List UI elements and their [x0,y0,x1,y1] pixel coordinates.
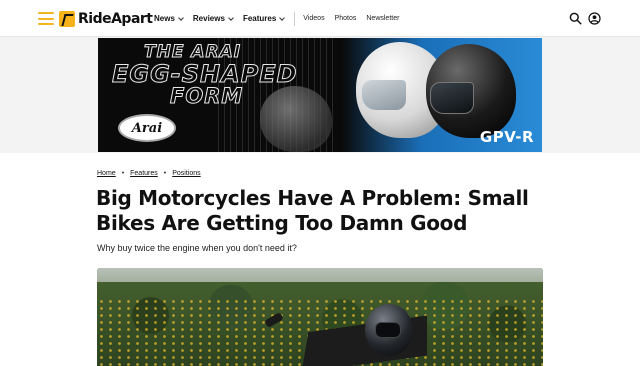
helmet-image [260,86,332,152]
ad-model-name: GPV-R [479,128,534,146]
breadcrumb-home[interactable]: Home [97,170,116,177]
site-header: RideApart News Reviews Features Videos P… [0,0,640,37]
nav-features-label: Features [242,14,277,23]
nav-newsletter[interactable]: Newsletter [366,15,399,22]
article-subtitle: Why buy twice the engine when you don't … [97,243,297,253]
chevron-down-icon [178,14,184,21]
nav-reviews[interactable]: Reviews [192,14,234,23]
arai-logo: Arai [118,114,176,142]
breadcrumb: Home • Features • Positions [97,170,201,177]
article-title: Big Motorcycles Have A Problem: Small Bi… [96,186,529,235]
nav-news[interactable]: News [154,14,184,23]
logo-text: RideApart [78,11,153,27]
nav-reviews-label: Reviews [192,14,225,23]
ad-headline-line3: FORM [169,84,244,109]
breadcrumb-positions[interactable]: Positions [172,170,200,177]
breadcrumb-separator: • [163,170,167,177]
nav-features[interactable]: Features [242,14,286,23]
breadcrumb-separator: • [121,170,125,177]
chevron-down-icon [228,14,234,21]
nav-divider [294,11,296,26]
hamburger-icon[interactable] [38,12,54,25]
site-logo[interactable]: RideApart [59,9,153,29]
user-icon[interactable] [588,12,601,25]
chevron-down-icon [279,14,286,21]
ad-banner[interactable]: THE ARAI EGG-SHAPED FORM Arai GPV-R [98,38,542,152]
nav-videos[interactable]: Videos [303,15,324,22]
breadcrumb-features[interactable]: Features [130,170,158,177]
logo-mark-icon [59,11,75,27]
nav-news-label: News [154,14,175,23]
main-nav: News Reviews Features Videos Photos News… [154,0,409,37]
rider-helmet-image [365,304,413,356]
hero-image [97,268,543,366]
black-helmet-image [426,44,516,138]
nav-photos[interactable]: Photos [335,15,357,22]
ad-container: THE ARAI EGG-SHAPED FORM Arai GPV-R [0,37,640,153]
arai-logo-text: Arai [131,120,163,136]
search-icon[interactable] [569,12,582,25]
ad-headline-line1: THE ARAI [143,42,242,63]
